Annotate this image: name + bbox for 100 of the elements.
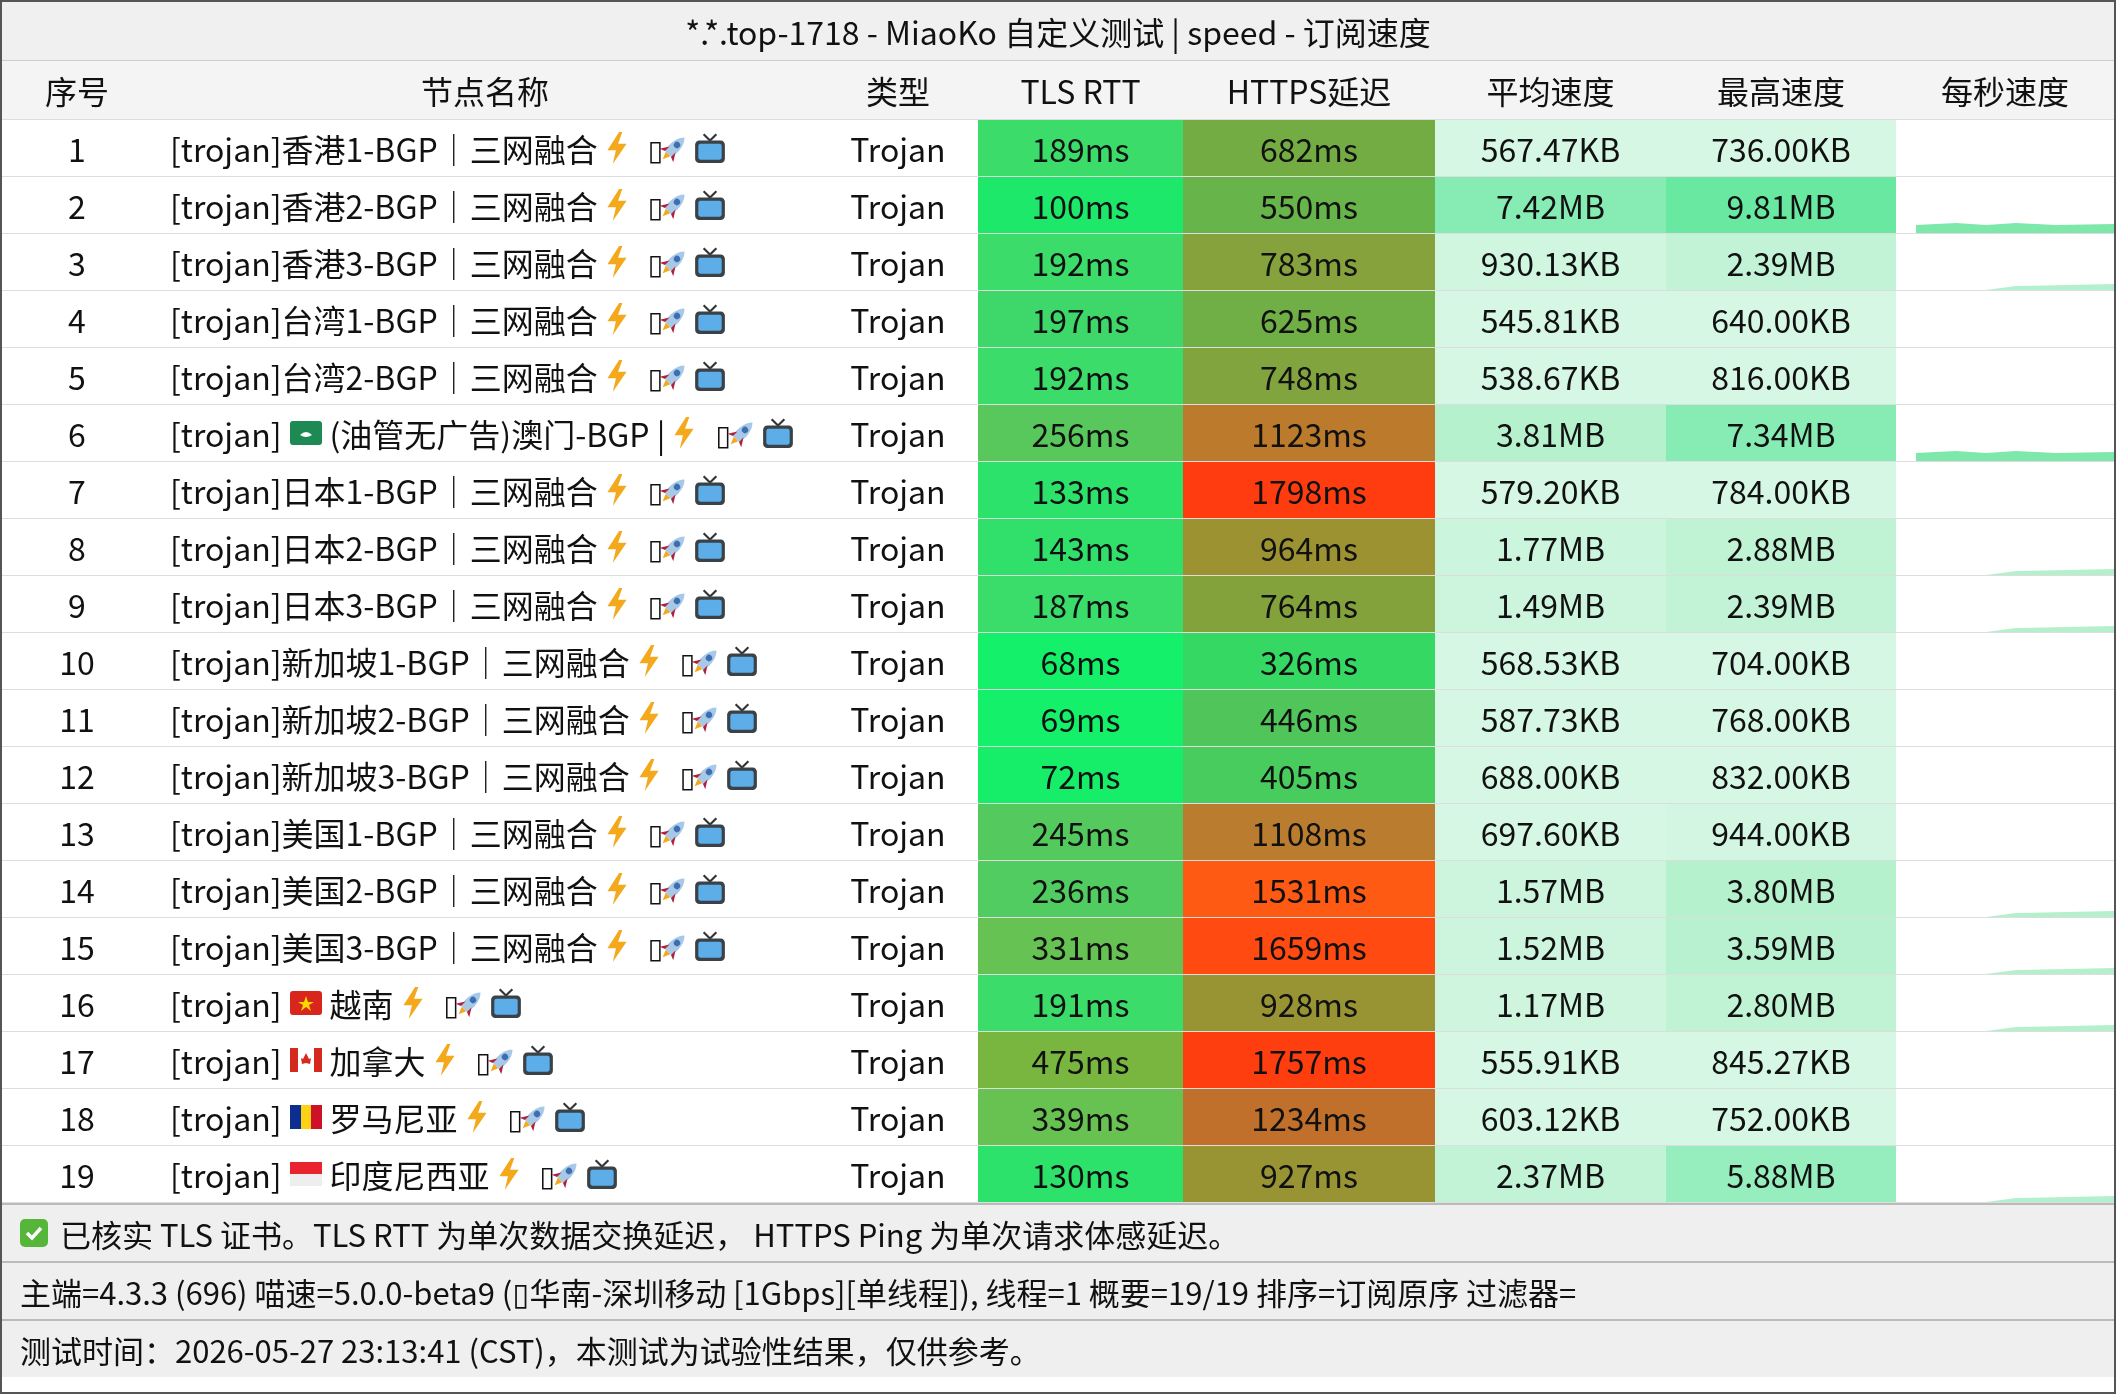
flag-icon <box>289 991 322 1015</box>
table-cell: 550ms <box>1183 177 1435 234</box>
table-cell: 816.00KB <box>1666 348 1896 405</box>
missing-glyph: ▯ <box>647 869 664 909</box>
table-cell: 538.67KB <box>1435 348 1666 405</box>
table-cell: 579.20KB <box>1435 462 1666 519</box>
node-name: [trojan] <box>170 1037 282 1083</box>
table-cell: 331ms <box>978 918 1183 975</box>
tv-icon <box>693 188 728 222</box>
table-cell: 625ms <box>1183 291 1435 348</box>
node-name: [trojan] <box>170 1094 282 1140</box>
table-cell: 7.34MB <box>1666 405 1896 462</box>
missing-glyph: ▯ <box>647 812 664 852</box>
node-name: [trojan]台湾2-BGP｜三网融合 <box>170 353 598 399</box>
node-name: [trojan]台湾1-BGP｜三网融合 <box>170 296 598 342</box>
node-name: [trojan]日本2-BGP｜三网融合 <box>170 524 598 570</box>
table-cell: 10 <box>2 633 152 690</box>
table-cell: 1123ms <box>1183 405 1435 462</box>
table-cell: 2.39MB <box>1666 576 1896 633</box>
table-cell: 4 <box>2 291 152 348</box>
table-cell: 1798ms <box>1183 462 1435 519</box>
column-header[interactable]: 序号 <box>2 61 152 120</box>
table-cell: 191ms <box>978 975 1183 1032</box>
missing-glyph: ▯ <box>647 926 664 966</box>
missing-glyph: ▯ <box>475 1040 491 1080</box>
table-cell: 5 <box>2 348 152 405</box>
table-cell: 339ms <box>978 1089 1183 1146</box>
table-cell: 11 <box>2 690 152 747</box>
tv-icon <box>552 1100 587 1134</box>
node-name: [trojan]日本3-BGP｜三网融合 <box>170 581 598 627</box>
tv-icon <box>760 416 795 450</box>
column-header[interactable]: 节点名称 <box>152 61 818 120</box>
table-cell: 2.39MB <box>1666 234 1896 291</box>
node-name: [trojan]日本1-BGP｜三网融合 <box>170 467 598 513</box>
table-cell: 9.81MB <box>1666 177 1896 234</box>
table-cell: 2 <box>2 177 152 234</box>
node-name: [trojan]香港3-BGP｜三网融合 <box>170 239 598 285</box>
table-cell: 748ms <box>1183 348 1435 405</box>
node-name: [trojan] <box>170 410 282 456</box>
table-cell: 143ms <box>978 519 1183 576</box>
table-cell: 100ms <box>978 177 1183 234</box>
missing-glyph: ▯ <box>647 299 664 339</box>
tv-icon <box>693 587 728 621</box>
node-name: [trojan]美国2-BGP｜三网融合 <box>170 866 598 912</box>
table-cell: 603.12KB <box>1435 1089 1666 1146</box>
tv-icon <box>488 986 523 1020</box>
table-cell: 6 <box>2 405 152 462</box>
column-header[interactable]: 类型 <box>818 61 978 120</box>
table-cell: 944.00KB <box>1666 804 1896 861</box>
table-cell: 1.77MB <box>1435 519 1666 576</box>
table-cell: 133ms <box>978 462 1183 519</box>
missing-glyph: ▯ <box>647 242 664 282</box>
missing-glyph: ▯ <box>679 755 696 795</box>
flag-icon <box>289 1105 322 1129</box>
status-text: 主端=4.3.3 (696) 喵速=5.0.0-beta9 (▯华南-深圳移动 [1Gbps][单线程]), 线程=1 概要=19/19 排序=订阅原序 过滤器= <box>20 1268 1577 1314</box>
table-cell: 14 <box>2 861 152 918</box>
table-cell: 682ms <box>1183 120 1435 177</box>
table-cell: 567.47KB <box>1435 120 1666 177</box>
table-cell: 245ms <box>978 804 1183 861</box>
table-cell: 2.37MB <box>1435 1146 1666 1203</box>
table-cell: 640.00KB <box>1666 291 1896 348</box>
table-cell: 928ms <box>1183 975 1435 1032</box>
node-name: [trojan]美国3-BGP｜三网融合 <box>170 923 598 969</box>
table-cell: 1659ms <box>1183 918 1435 975</box>
table-cell: 555.91KB <box>1435 1032 1666 1089</box>
column-header[interactable]: TLS RTT <box>978 61 1183 120</box>
node-name: [trojan]新加坡2-BGP｜三网融合 <box>170 695 630 741</box>
table-cell: 236ms <box>978 861 1183 918</box>
tv-icon <box>693 815 728 849</box>
tv-icon <box>584 1157 619 1191</box>
table-cell: 1531ms <box>1183 861 1435 918</box>
table-cell: 587.73KB <box>1435 690 1666 747</box>
table-cell: 68ms <box>978 633 1183 690</box>
table-cell: 764ms <box>1183 576 1435 633</box>
table-cell: 187ms <box>978 576 1183 633</box>
missing-glyph: ▯ <box>647 185 664 225</box>
column-header[interactable]: HTTPS延迟 <box>1183 61 1435 120</box>
tv-icon <box>693 929 728 963</box>
column-header[interactable]: 最高速度 <box>1666 61 1896 120</box>
node-name: [trojan]新加坡3-BGP｜三网融合 <box>170 752 630 798</box>
table-cell: 568.53KB <box>1435 633 1666 690</box>
table-cell: 2.88MB <box>1666 519 1896 576</box>
table-cell: 5.88MB <box>1666 1146 1896 1203</box>
table-cell: 964ms <box>1183 519 1435 576</box>
missing-glyph: ▯ <box>539 1154 555 1194</box>
table-cell: 832.00KB <box>1666 747 1896 804</box>
flag-icon <box>289 1162 322 1186</box>
column-header[interactable]: 平均速度 <box>1435 61 1666 120</box>
table-cell: 326ms <box>1183 633 1435 690</box>
window-title: *.*.top-1718 - MiaoKo 自定义测试 | speed - 订阅速度 <box>2 2 2114 61</box>
table-cell: 704.00KB <box>1666 633 1896 690</box>
tv-icon <box>725 758 760 792</box>
table-cell: 3.59MB <box>1666 918 1896 975</box>
table-cell: 927ms <box>1183 1146 1435 1203</box>
node-name: (油管无广告)澳门-BGP | <box>329 410 666 456</box>
column-header[interactable]: 每秒速度 <box>1896 61 2114 120</box>
tv-icon <box>693 245 728 279</box>
table-cell: 189ms <box>978 120 1183 177</box>
tv-icon <box>693 530 728 564</box>
node-name: 罗马尼亚 <box>329 1094 458 1140</box>
